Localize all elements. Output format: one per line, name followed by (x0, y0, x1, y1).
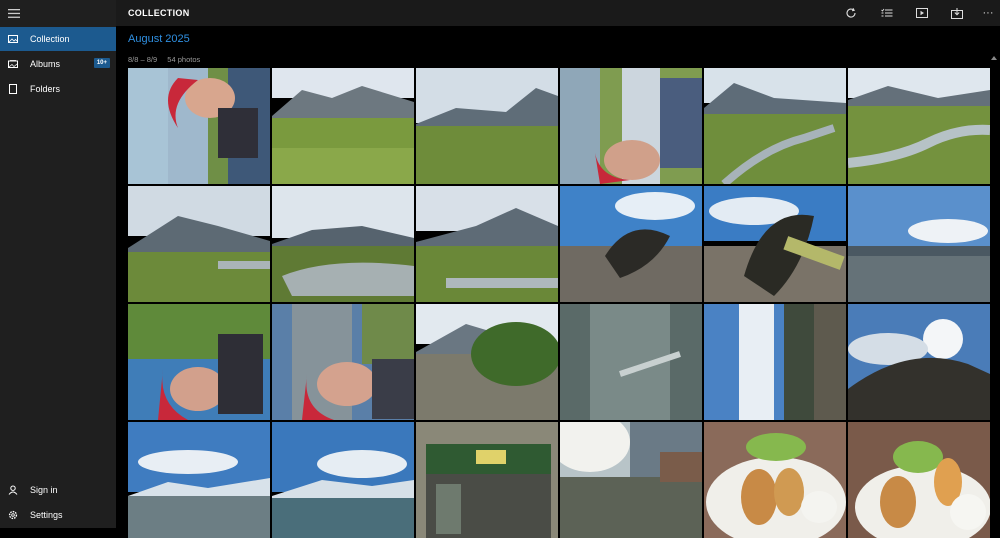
import-button[interactable] (949, 5, 965, 21)
sidebar-item-collection[interactable]: Collection (0, 27, 116, 51)
sidebar-item-label: Settings (30, 510, 63, 520)
hamburger-menu-icon[interactable] (0, 0, 28, 26)
scroll-up-arrow-icon[interactable] (991, 56, 997, 60)
photo-thumbnail[interactable] (272, 422, 414, 538)
top-bar: COLLECTION ··· (116, 0, 1000, 26)
albums-icon (6, 57, 20, 71)
slideshow-button[interactable] (914, 5, 930, 21)
photo-thumbnail[interactable] (416, 304, 558, 420)
more-options-button[interactable]: ··· (980, 5, 996, 21)
page-title: COLLECTION (128, 8, 190, 18)
sidebar-item-sign-in[interactable]: Sign in (0, 478, 116, 502)
sidebar-item-label: Folders (30, 84, 61, 94)
photo-thumbnail[interactable] (704, 304, 846, 420)
photo-thumbnail[interactable] (272, 68, 414, 184)
photo-thumbnail[interactable] (848, 422, 990, 538)
photo-thumbnail[interactable] (560, 186, 702, 302)
import-icon (951, 7, 963, 19)
photo-thumbnail[interactable] (704, 422, 846, 538)
photo-thumbnail[interactable] (416, 68, 558, 184)
sidebar-item-label: Sign in (30, 485, 58, 495)
gear-icon (6, 508, 20, 522)
sidebar-item-albums[interactable]: Albums 10+ (0, 52, 116, 76)
slideshow-icon (916, 8, 928, 18)
user-icon (6, 483, 20, 497)
photo-collection: August 2025 8/8 – 8/9 54 photos (116, 26, 1000, 538)
photo-thumbnail[interactable] (128, 186, 270, 302)
photo-thumbnail[interactable] (272, 304, 414, 420)
sidebar-item-folders[interactable]: Folders (0, 77, 116, 101)
refresh-icon (846, 7, 856, 18)
photo-thumbnail[interactable] (848, 68, 990, 184)
refresh-button[interactable] (843, 5, 859, 21)
photo-thumbnail[interactable] (560, 68, 702, 184)
date-range-info: 8/8 – 8/9 54 photos (128, 55, 200, 64)
photo-count: 54 photos (167, 55, 201, 64)
photo-thumbnail[interactable] (560, 304, 702, 420)
sidebar: Collection Albums 10+ Folders Sign in Se… (0, 0, 116, 528)
photo-thumbnail[interactable] (128, 304, 270, 420)
date-range: 8/8 – 8/9 (128, 55, 158, 64)
sidebar-item-label: Collection (30, 34, 70, 44)
month-heading[interactable]: August 2025 (128, 33, 190, 45)
photo-thumbnail[interactable] (416, 422, 558, 538)
photo-thumbnail[interactable] (848, 304, 990, 420)
photo-thumbnail[interactable] (560, 422, 702, 538)
photo-grid (128, 68, 990, 538)
photo-thumbnail[interactable] (704, 186, 846, 302)
photo-thumbnail[interactable] (416, 186, 558, 302)
photo-thumbnail[interactable] (128, 422, 270, 538)
photo-thumbnail[interactable] (848, 186, 990, 302)
photo-thumbnail[interactable] (704, 68, 846, 184)
select-button[interactable] (879, 5, 895, 21)
select-icon (881, 8, 893, 17)
folders-icon (6, 82, 20, 96)
photo-thumbnail[interactable] (272, 186, 414, 302)
albums-count-badge: 10+ (93, 58, 110, 68)
photo-thumbnail[interactable] (128, 68, 270, 184)
sidebar-item-settings[interactable]: Settings (0, 503, 116, 527)
sidebar-item-label: Albums (30, 59, 61, 69)
collection-icon (6, 32, 20, 46)
